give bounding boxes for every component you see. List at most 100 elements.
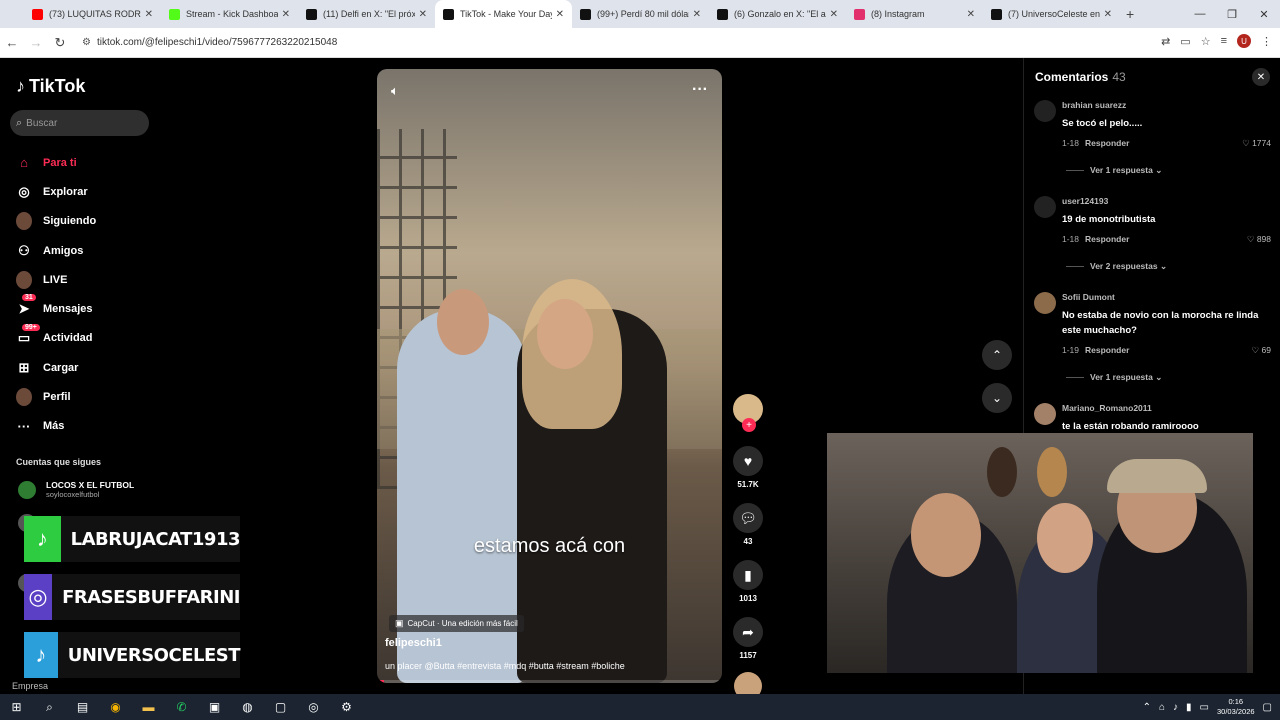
clock[interactable]: 0:16 30/03/2026 [1217,697,1255,717]
sidebar-item-para-ti[interactable]: ⌂ Para ti [16,148,96,177]
tab-close-icon[interactable]: ✕ [967,9,975,20]
comment-user[interactable]: user124193 [1062,196,1108,206]
avatar[interactable] [1034,100,1056,122]
sidebar-item-actividad[interactable]: ▭ 99+ Actividad [16,323,96,353]
browser-tab[interactable]: (8) Instagram ✕ [846,0,983,28]
chevron-up-icon[interactable]: ⌃ [1143,702,1151,713]
browser-tab[interactable]: (99+) Perdí 80 mil dólares ✕ [572,0,709,28]
heart-icon[interactable]: ♥ [733,446,763,476]
footer-company-link[interactable]: Empresa [12,681,48,691]
new-tab-button[interactable]: + [1126,6,1134,22]
avatar[interactable] [1034,292,1056,314]
file-explorer-icon[interactable]: ▬ [132,694,165,720]
reply-button[interactable]: Responder [1085,234,1129,244]
whatsapp-icon[interactable]: ✆ [165,694,198,720]
back-icon[interactable]: ← [0,35,24,50]
capcut-tag[interactable]: ▣ CapCut · Una edición más fácil [389,615,524,632]
tab-close-icon[interactable]: ✕ [282,9,290,20]
sidebar-item-cargar[interactable]: ⊞ Cargar [16,353,96,382]
following-account[interactable]: LOCOS X EL FUTBOL soylocoxelfutbol [18,480,134,499]
tab-close-icon[interactable]: ✕ [830,9,838,20]
mute-icon[interactable]: 🔈︎ [391,83,399,99]
comment-user[interactable]: Sofii Dumont [1062,292,1115,302]
sidebar-item-perfil[interactable]: Perfil [16,382,96,411]
bookmark-star-icon[interactable]: ☆ [1201,35,1211,48]
share-action[interactable]: ➦ 1157 [731,617,765,660]
bookmark-icon[interactable]: ▮ [733,560,763,590]
tab-close-icon[interactable]: ✕ [145,9,153,20]
browser-tab[interactable]: (73) LUQUITAS RODRIGUEZ ✕ [24,0,161,28]
reply-button[interactable]: Responder [1085,138,1129,148]
like-action[interactable]: ♥ 51.7K [731,446,765,489]
view-replies-button[interactable]: Ver 1 respuesta ⌄ [1066,165,1162,176]
cast-icon[interactable]: ▭ [1180,35,1190,48]
comment-like[interactable]: ♡ 898 [1247,234,1271,245]
creator-avatar[interactable]: + [733,394,763,432]
comment-user[interactable]: Mariano_Romano2011 [1062,403,1152,413]
avatar[interactable] [1034,403,1056,425]
reload-icon[interactable]: ↻ [48,35,72,51]
video-progress-bar[interactable] [377,680,722,683]
sidebar-item-live[interactable]: LIVE [16,265,96,294]
task-view-icon[interactable]: ▤ [66,694,99,720]
search-icon[interactable]: ⌕ [33,694,66,720]
close-window-icon[interactable]: ✕ [1248,0,1280,28]
reading-list-icon[interactable]: ≡ [1221,35,1227,47]
tab-close-icon[interactable]: ✕ [419,9,427,20]
search-input[interactable]: ⌕ Buscar [10,110,149,136]
share-icon[interactable]: ➦ [733,617,763,647]
browser-tab[interactable]: (7) UniversoCeleste en X ✕ [983,0,1120,28]
restore-icon[interactable]: ❐ [1216,0,1248,28]
tab-close-icon[interactable]: ✕ [1104,9,1112,20]
avatar[interactable] [1034,196,1056,218]
microphone-icon[interactable]: ▮ [1186,702,1192,713]
next-video-icon[interactable]: ⌄ [982,383,1012,413]
sidebar-item-explorar[interactable]: ◎ Explorar [16,177,96,206]
view-replies-button[interactable]: Ver 2 respuestas ⌄ [1066,261,1167,272]
battery-icon[interactable]: ▭ [1200,702,1209,713]
windows-start-icon[interactable]: ⊞ [0,694,33,720]
comment-user[interactable]: brahian suarezz [1062,100,1126,110]
volume-icon[interactable]: ♪ [1173,702,1178,713]
network-icon[interactable]: ⌂ [1159,702,1165,713]
tab-close-icon[interactable]: ✕ [693,9,701,20]
comment-icon[interactable]: 💬︎ [733,503,763,533]
reply-button[interactable]: Responder [1085,345,1129,355]
forward-icon[interactable]: → [24,35,48,50]
site-settings-icon[interactable]: ⚙ [82,37,91,48]
follow-plus-icon[interactable]: + [742,418,756,432]
app-icon[interactable]: ▢ [264,694,297,720]
sidebar-item-mensajes[interactable]: ➤ 31 Mensajes [16,294,96,323]
profile-avatar[interactable]: U [1237,34,1251,48]
minimize-icon[interactable]: — [1184,0,1216,28]
video-author[interactable]: felipeschi1 [385,637,442,649]
sidebar-item-siguiendo[interactable]: Siguiendo [16,207,96,236]
app-icon[interactable]: ▣ [198,694,231,720]
tiktok-logo[interactable]: ♪ TikTok [16,76,85,97]
notifications-icon[interactable]: ▢ [1263,702,1272,713]
comment-like[interactable]: ♡ 1774 [1242,138,1271,149]
browser-menu-icon[interactable]: ⋮ [1261,35,1272,48]
view-replies-button[interactable]: Ver 1 respuesta ⌄ [1066,372,1162,383]
tab-close-icon[interactable]: ✕ [556,9,564,20]
sidebar-item-amigos[interactable]: ⚇ Amigos [16,236,96,265]
stream-overlay-badge: ♪ UNIVERSOCELEST [24,632,241,678]
app-icon[interactable]: ◍ [231,694,264,720]
save-action[interactable]: ▮ 1013 [731,560,765,603]
sidebar-item-mas[interactable]: ··· Más [16,412,96,441]
obs-icon[interactable]: ◎ [297,694,330,720]
browser-tab[interactable]: TikTok - Make Your Day ✕ [435,0,572,28]
browser-tab[interactable]: Stream - Kick Dashboard ✕ [161,0,298,28]
comment-action[interactable]: 💬︎ 43 [731,503,765,546]
settings-gear-icon[interactable]: ⚙ [330,694,363,720]
video-player[interactable]: 🔈︎ ··· estamos acá con ▣ CapCut · Una ed… [377,69,722,683]
translate-icon[interactable]: ⇄ [1161,35,1170,48]
url-field[interactable]: ⚙ tiktok.com/@felipeschi1/video/75967772… [82,37,337,48]
comment-like[interactable]: ♡ 69 [1252,345,1271,356]
previous-video-icon[interactable]: ⌃ [982,340,1012,370]
chrome-icon[interactable]: ◉ [99,694,132,720]
close-comments-icon[interactable]: ✕ [1252,68,1270,86]
browser-tab[interactable]: (6) Gonzalo en X: "El actor ✕ [709,0,846,28]
browser-tab[interactable]: (11) Delfi en X: "El próximo ✕ [298,0,435,28]
more-options-icon[interactable]: ··· [692,81,708,99]
